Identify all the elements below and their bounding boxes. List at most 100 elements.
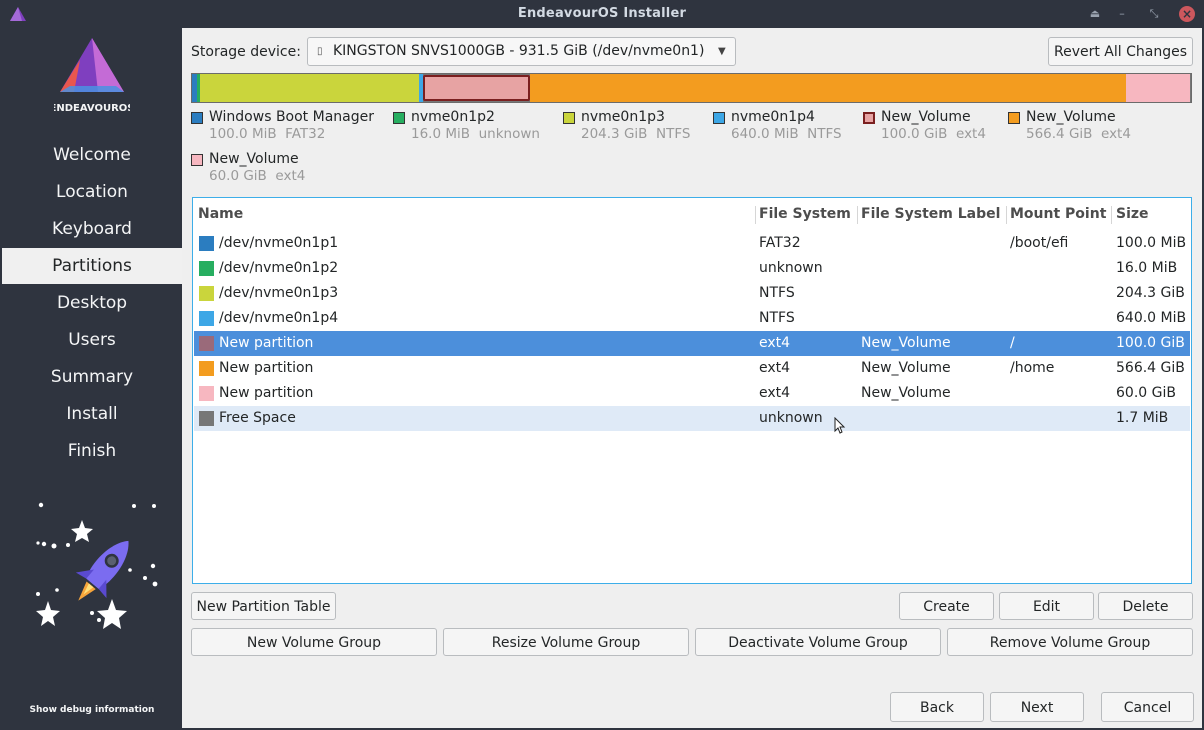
legend-name: New_Volume: [881, 109, 971, 125]
sidebar-item-finish: Finish: [67, 441, 117, 461]
legend-name: nvme0n1p4: [731, 109, 815, 125]
column-header-file-system-label[interactable]: File System Label: [861, 206, 1000, 222]
table-row[interactable]: Free Space unknown 1.7 MiB: [194, 406, 1190, 431]
resize-volume-group-button[interactable]: Resize Volume Group: [443, 628, 689, 656]
storage-device-label: Storage device:: [191, 44, 301, 60]
sidebar-item-keyboard: Keyboard: [52, 219, 132, 239]
sidebar-item-partitions: Partitions: [2, 248, 182, 284]
cell-name: Free Space: [219, 410, 296, 426]
table-row[interactable]: /dev/nvme0n1p1 FAT32/boot/efi 100.0 MiB: [194, 231, 1190, 256]
cell-fs: ext4: [759, 335, 791, 351]
delete-button[interactable]: Delete: [1098, 592, 1193, 620]
sidebar-item-summary: Summary: [50, 367, 134, 387]
legend-info: 60.0 GiB ext4: [209, 168, 306, 184]
cell-mount: /boot/efi: [1010, 235, 1069, 251]
mouse-cursor-icon: [834, 417, 846, 434]
endeavouros-logo: ENDEAVOUROS: [50, 36, 134, 120]
partition-table[interactable]: Name File System File System Label Mount Po…: [192, 197, 1192, 584]
partition-color-swatch: [199, 411, 214, 426]
legend-name: New_Volume: [1026, 109, 1116, 125]
cell-label: New_Volume: [861, 385, 951, 401]
cell-name: New partition: [219, 385, 314, 401]
partition-bar-segment: [530, 74, 1126, 102]
cell-size: 100.0 MiB: [1116, 235, 1187, 251]
legend-info: 100.0 GiB ext4: [881, 126, 986, 142]
restore-icon[interactable]: ⤡: [1145, 5, 1163, 23]
cell-fs: NTFS: [759, 285, 795, 301]
cell-fs: ext4: [759, 385, 791, 401]
chevron-down-icon: ▼: [718, 46, 726, 57]
sidebar-item-users: Users: [68, 330, 116, 350]
table-row[interactable]: /dev/nvme0n1p4 NTFS 640.0 MiB: [194, 306, 1190, 331]
column-separator[interactable]: [1111, 206, 1112, 224]
table-row[interactable]: New partition ext4 New_Volume/home 566.4 Gi…: [194, 356, 1190, 381]
partition-bar-segment: [200, 74, 419, 102]
partition-bar-segment: [423, 75, 530, 101]
partition-color-swatch: [199, 311, 214, 326]
column-separator[interactable]: [1006, 206, 1007, 224]
storage-device-value: KINGSTON SNVS1000GB - 931.5 GiB (/dev/nv…: [333, 43, 705, 59]
partition-bar-segment: [1126, 74, 1190, 102]
cell-size: 16.0 MiB: [1116, 260, 1178, 276]
table-row[interactable]: /dev/nvme0n1p3 NTFS 204.3 GiB: [194, 281, 1190, 306]
sidebar-item-welcome: Welcome: [53, 145, 131, 165]
sidebar-item-desktop: Desktop: [56, 293, 128, 313]
cancel-button[interactable]: Cancel: [1101, 692, 1194, 722]
legend-swatch: [191, 154, 203, 166]
partition-color-swatch: [199, 236, 214, 251]
next-button[interactable]: Next: [990, 692, 1084, 722]
create-button[interactable]: Create: [899, 592, 994, 620]
legend-info: 640.0 MiB NTFS: [731, 126, 842, 142]
partition-color-swatch: [199, 261, 214, 276]
legend-swatch: [563, 112, 575, 124]
column-header-file-system[interactable]: File System: [759, 206, 851, 222]
column-header-name[interactable]: Name: [198, 206, 243, 222]
edit-button[interactable]: Edit: [999, 592, 1094, 620]
column-separator[interactable]: [755, 206, 756, 224]
column-header-size[interactable]: Size: [1116, 206, 1149, 222]
legend-info: 16.0 MiB unknown: [411, 126, 540, 142]
back-button[interactable]: Back: [890, 692, 984, 722]
legend-info: 204.3 GiB NTFS: [581, 126, 691, 142]
table-row[interactable]: /dev/nvme0n1p2 unknown 16.0 MiB: [194, 256, 1190, 281]
window-title: EndeavourOS Installer: [517, 6, 687, 21]
cell-size: 640.0 MiB: [1116, 310, 1187, 326]
rocket-icon: [36, 502, 158, 629]
cell-label: New_Volume: [861, 360, 951, 376]
cell-name: /dev/nvme0n1p1: [219, 235, 339, 251]
legend-swatch: [393, 112, 405, 124]
title-bar: EndeavourOS Installer ⏏ – ⤡ ×: [0, 0, 1204, 28]
cell-fs: NTFS: [759, 310, 795, 326]
partitions-page: Storage device: ▯ KINGSTON SNVS1000GB - …: [182, 28, 1202, 728]
cell-name: /dev/nvme0n1p4: [219, 310, 339, 326]
cell-name: /dev/nvme0n1p2: [219, 260, 339, 276]
cell-size: 100.0 GiB: [1116, 335, 1185, 351]
legend-name: nvme0n1p3: [581, 109, 665, 125]
sidebar-item-install: Install: [66, 404, 118, 424]
partition-bar-segment: [1190, 74, 1191, 102]
remove-volume-group-button[interactable]: Remove Volume Group: [947, 628, 1193, 656]
legend-swatch: [191, 112, 203, 124]
cell-name: /dev/nvme0n1p3: [219, 285, 339, 301]
new-volume-group-button[interactable]: New Volume Group: [191, 628, 437, 656]
logo-text: ENDEAVOUROS: [54, 103, 130, 114]
table-row[interactable]: New partition ext4 New_Volume 60.0 GiB: [194, 381, 1190, 406]
cell-size: 204.3 GiB: [1116, 285, 1185, 301]
sidebar: ENDEAVOUROS Welcome Location Keyboard Parti…: [2, 28, 182, 728]
storage-device-select[interactable]: ▯ KINGSTON SNVS1000GB - 931.5 GiB (/dev/…: [307, 37, 736, 66]
deactivate-volume-group-button[interactable]: Deactivate Volume Group: [695, 628, 941, 656]
cell-mount: /home: [1010, 360, 1055, 376]
column-separator[interactable]: [857, 206, 858, 224]
table-row[interactable]: New partition ext4 New_Volume / 100.0 GiB: [194, 331, 1190, 356]
legend-name: New_Volume: [209, 151, 299, 167]
new-partition-table-button[interactable]: New Partition Table: [191, 592, 336, 620]
partition-bar: [191, 73, 1192, 103]
revert-all-changes-button[interactable]: Revert All Changes: [1048, 37, 1193, 66]
minimize-icon[interactable]: –: [1113, 5, 1131, 23]
cell-size: 60.0 GiB: [1116, 385, 1176, 401]
close-icon[interactable]: ×: [1179, 6, 1195, 22]
legend-name: Windows Boot Manager: [209, 109, 374, 125]
show-debug-information-link[interactable]: Show debug information: [2, 705, 182, 715]
keep-above-icon[interactable]: ⏏: [1086, 5, 1104, 23]
column-header-mount-point[interactable]: Mount Point: [1010, 206, 1106, 222]
